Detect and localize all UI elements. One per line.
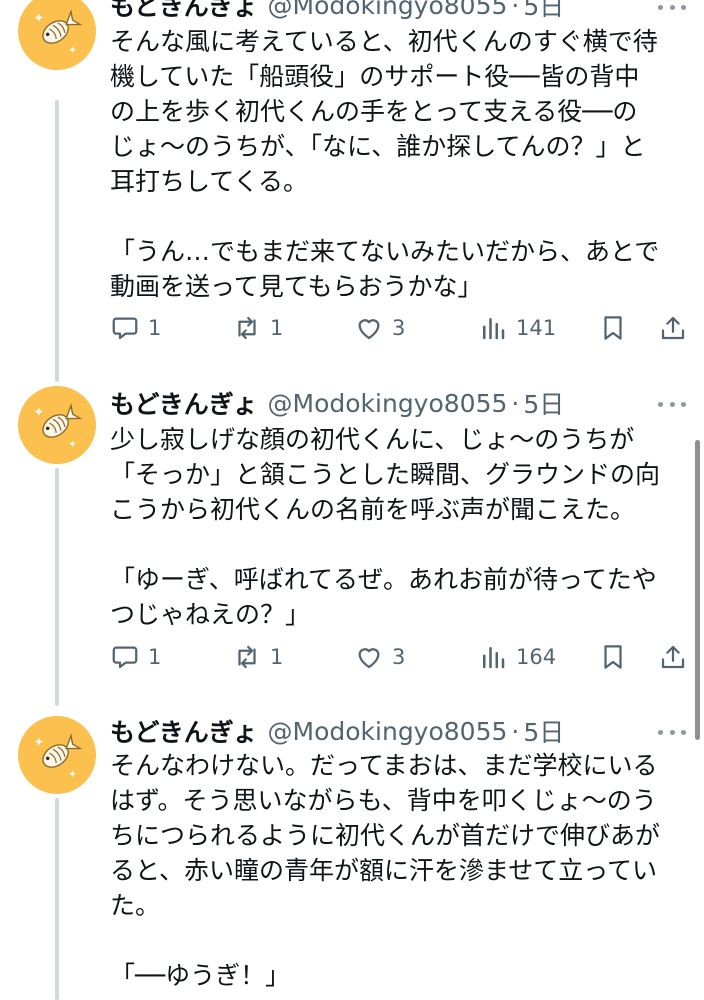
heart-icon	[358, 319, 380, 340]
tweet-actions: 1 1 3 141	[110, 308, 690, 348]
share-upload-icon	[661, 645, 685, 669]
tweet-text-line: そんな風に考えていると、初代くんのすぐ横で待	[110, 27, 658, 56]
user-handle[interactable]: @Modokingyo8055	[268, 717, 508, 746]
view-count: 141	[516, 316, 557, 340]
reply-bubble-icon	[112, 646, 138, 669]
more-dots-icon[interactable]	[658, 394, 686, 414]
share-button[interactable]	[658, 637, 688, 677]
like-count: 3	[392, 316, 406, 340]
tweet-actions: 1 1 3 164	[110, 637, 690, 677]
user-handle[interactable]: @Modokingyo8055	[268, 389, 508, 418]
tweet-text-line	[110, 199, 670, 234]
tweet-text-line: そんなわけない。だってまおは、まだ学校にいる	[110, 751, 658, 780]
timestamp[interactable]: 5日	[523, 386, 564, 420]
retweet-button[interactable]: 1	[232, 308, 283, 348]
views-button[interactable]: 164	[478, 637, 556, 677]
tweet-text-line: 機していた「船頭役」のサポート役──皆の背中	[110, 62, 640, 91]
share-button[interactable]	[658, 308, 688, 348]
tweet-header: もどきんぎょ @Modokingyo8055 · 5日	[110, 386, 674, 420]
tweet-text-line: ちにつられるように初代くんが首だけで伸びあが	[110, 821, 661, 850]
tweet-text-line: 「うん…でもまだ来てないみたいだから、あとで	[110, 237, 660, 266]
bookmark-icon	[604, 316, 622, 340]
tweet-text: そんなわけない。だってまおは、まだ学校にいる はず。そう思いながらも、背中を叩く…	[110, 748, 670, 993]
timestamp[interactable]: 5日	[523, 714, 564, 748]
reply-bubble-icon	[112, 317, 138, 340]
tweet-text-line: 動画を送って見てもらおうかな」	[110, 272, 483, 301]
views-bar-chart-icon	[483, 318, 505, 340]
tweet-text: 少し寂しげな顔の初代くんに、じょ〜のうちが 「そっか」と頷こうとした瞬間、グラウ…	[110, 422, 670, 632]
separator-dot: ·	[511, 0, 520, 20]
tweet-text-line: 「──ゆうぎ！」	[110, 961, 291, 990]
retweet-count: 1	[270, 316, 284, 340]
tweet[interactable]: もどきんぎょ @Modokingyo8055 · 5日 少し寂しげな顔の初代くん…	[0, 382, 704, 702]
bookmark-button[interactable]	[598, 308, 628, 348]
user-handle[interactable]: @Modokingyo8055	[268, 0, 508, 20]
tweet-text-line: 「そっか」と頷こうとした瞬間、グラウンドの向	[110, 460, 661, 489]
share-upload-icon	[661, 316, 685, 340]
display-name[interactable]: もどきんぎょ	[110, 0, 258, 22]
tweet-text-line	[110, 923, 670, 958]
reply-count: 1	[148, 645, 162, 669]
goldfish-avatar-icon[interactable]	[18, 386, 96, 464]
bookmark-icon	[604, 645, 622, 669]
heart-icon	[358, 648, 380, 669]
tweet-text-line: 少し寂しげな顔の初代くんに、じょ〜のうちが	[110, 425, 635, 454]
tweet[interactable]: もどきんぎょ @Modokingyo8055 · 5日 そんな風に考えていると、…	[0, 0, 704, 360]
reply-button[interactable]: 1	[110, 308, 161, 348]
goldfish-avatar-icon[interactable]	[18, 0, 96, 70]
views-button[interactable]: 141	[478, 308, 556, 348]
tweet-text-line: じょ〜のうちが、「なに、誰か探してんの？」と	[110, 132, 646, 161]
tweet-text-line: こうから初代くんの名前を呼ぶ声が聞こえた。	[110, 495, 636, 524]
more-dots-icon[interactable]	[658, 0, 686, 17]
tweet-text: そんな風に考えていると、初代くんのすぐ横で待 機していた「船頭役」のサポート役─…	[110, 24, 670, 304]
timeline: もどきんぎょ @Modokingyo8055 · 5日 そんな風に考えていると、…	[0, 0, 704, 1000]
bookmark-button[interactable]	[598, 637, 628, 677]
views-bar-chart-icon	[483, 647, 505, 669]
retweet-icon	[238, 316, 256, 340]
reply-count: 1	[148, 316, 162, 340]
separator-dot: ·	[511, 388, 520, 418]
tweet-header: もどきんぎょ @Modokingyo8055 · 5日	[110, 0, 674, 22]
tweet[interactable]: もどきんぎょ @Modokingyo8055 · 5日 そんなわけない。だってま…	[0, 710, 704, 1000]
view-count: 164	[516, 645, 557, 669]
separator-dot: ·	[511, 716, 520, 746]
tweet-text-line: の上を歩く初代くんの手をとって支える役──の	[110, 97, 638, 126]
more-dots-icon[interactable]	[658, 722, 686, 742]
tweet-text-line: た。	[110, 891, 161, 920]
retweet-icon	[238, 645, 256, 669]
retweet-button[interactable]: 1	[232, 637, 283, 677]
like-count: 3	[392, 645, 406, 669]
display-name[interactable]: もどきんぎょ	[110, 714, 258, 748]
like-button[interactable]: 3	[354, 308, 405, 348]
tweet-text-line	[110, 527, 670, 562]
like-button[interactable]: 3	[354, 637, 405, 677]
tweet-header: もどきんぎょ @Modokingyo8055 · 5日	[110, 714, 674, 748]
tweet-text-line: ると、赤い瞳の青年が額に汗を滲ませて立ってい	[110, 856, 658, 885]
tweet-text-line: 耳打ちしてくる。	[110, 167, 309, 196]
tweet-text-line: 「ゆーぎ、呼ばれてるぜ。あれお前が待ってたや	[110, 565, 657, 594]
timestamp[interactable]: 5日	[523, 0, 564, 22]
tweet-text-line: つじゃねえの？」	[110, 600, 311, 629]
goldfish-avatar-icon[interactable]	[18, 716, 96, 794]
display-name[interactable]: もどきんぎょ	[110, 386, 258, 420]
tweet-text-line: はず。そう思いながらも、背中を叩くじょ〜のう	[110, 786, 657, 815]
retweet-count: 1	[270, 645, 284, 669]
scrollbar[interactable]	[695, 440, 700, 740]
reply-button[interactable]: 1	[110, 637, 161, 677]
